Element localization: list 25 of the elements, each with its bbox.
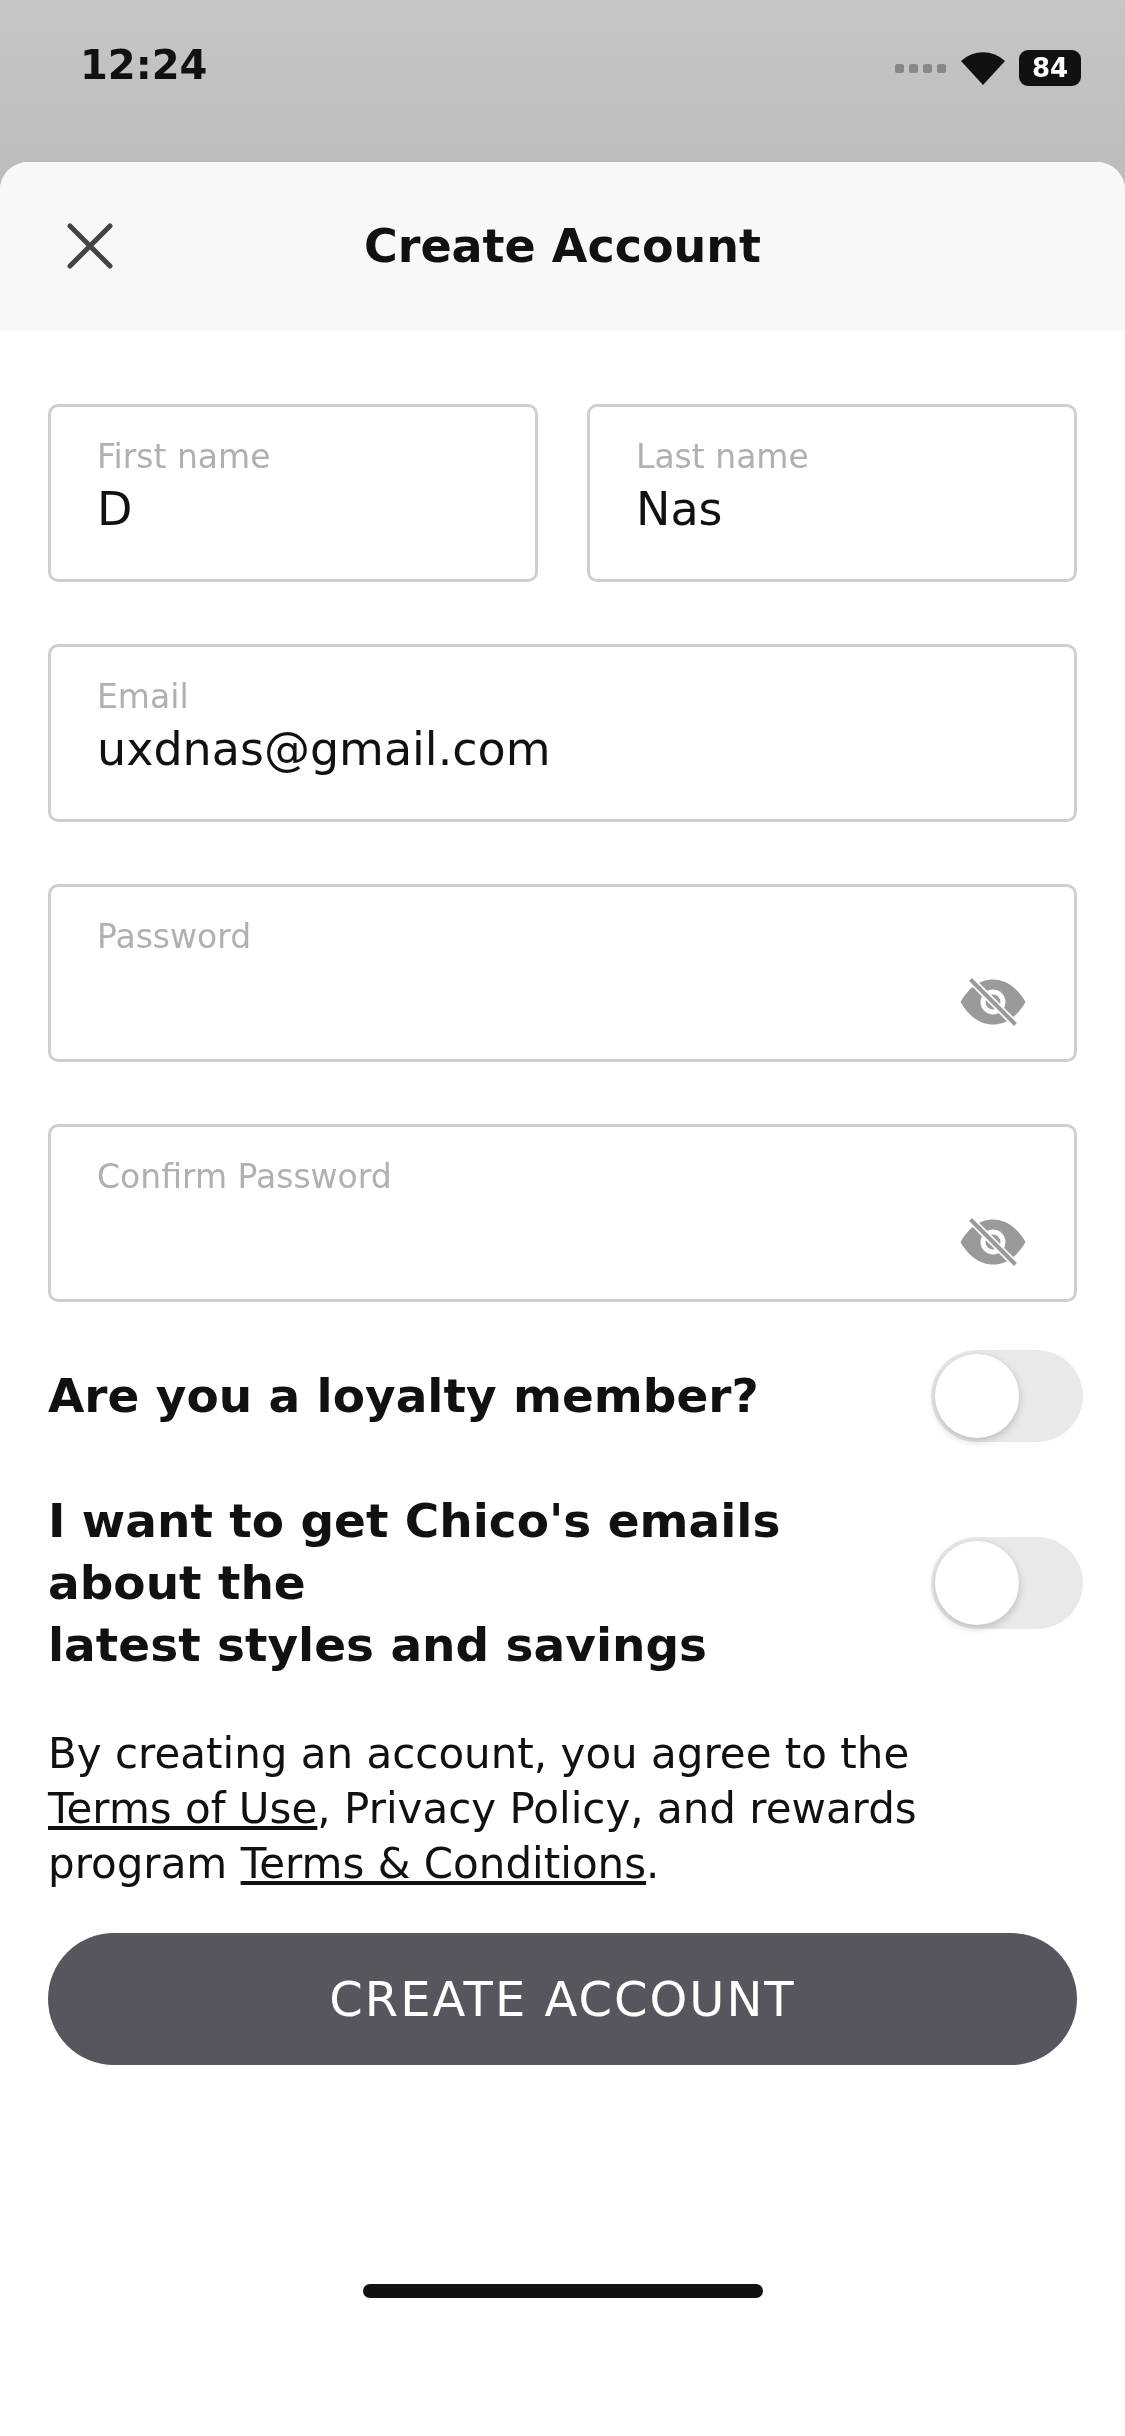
toggle-label: Are you a loyalty member? (48, 1367, 760, 1425)
input-field[interactable]: Email uxdnas@gmail.com (48, 644, 1077, 822)
terms-link[interactable]: Terms of Use (48, 1784, 318, 1833)
terms-text: By creating an account, you agree to the Terms of Use, Privacy Policy, and rewards program Terms & Conditions. (48, 1728, 918, 1890)
status-time: 12:24 (80, 42, 208, 88)
field-value: uxdnas@gmail.com (97, 722, 552, 776)
field-value: Nas (636, 482, 724, 536)
sheet-title: Create Account (363, 219, 762, 273)
terms-link[interactable]: Terms & Conditions (240, 1839, 647, 1888)
battery-level: 84 (1019, 50, 1081, 86)
signal-icon (895, 62, 947, 74)
eye-off-icon[interactable] (958, 977, 1028, 1027)
create-account-button[interactable]: CREATE ACCOUNT (48, 1933, 1077, 2065)
field-label: Confirm Password (97, 1157, 393, 1196)
toggle-label: I want to get Chico's emails about the latest styles and savings (48, 1492, 782, 1674)
field-label: Last name (636, 437, 810, 476)
input-field[interactable]: First name D (48, 404, 538, 582)
field-label: First name (97, 437, 272, 476)
field-label: Password (97, 917, 253, 956)
close-icon (67, 223, 113, 269)
input-field[interactable]: Last name Nas (587, 404, 1077, 582)
wifi-icon (961, 51, 1005, 85)
field-label: Email (97, 677, 190, 716)
eye-off-icon[interactable] (958, 1217, 1028, 1267)
field-value: D (97, 482, 134, 536)
